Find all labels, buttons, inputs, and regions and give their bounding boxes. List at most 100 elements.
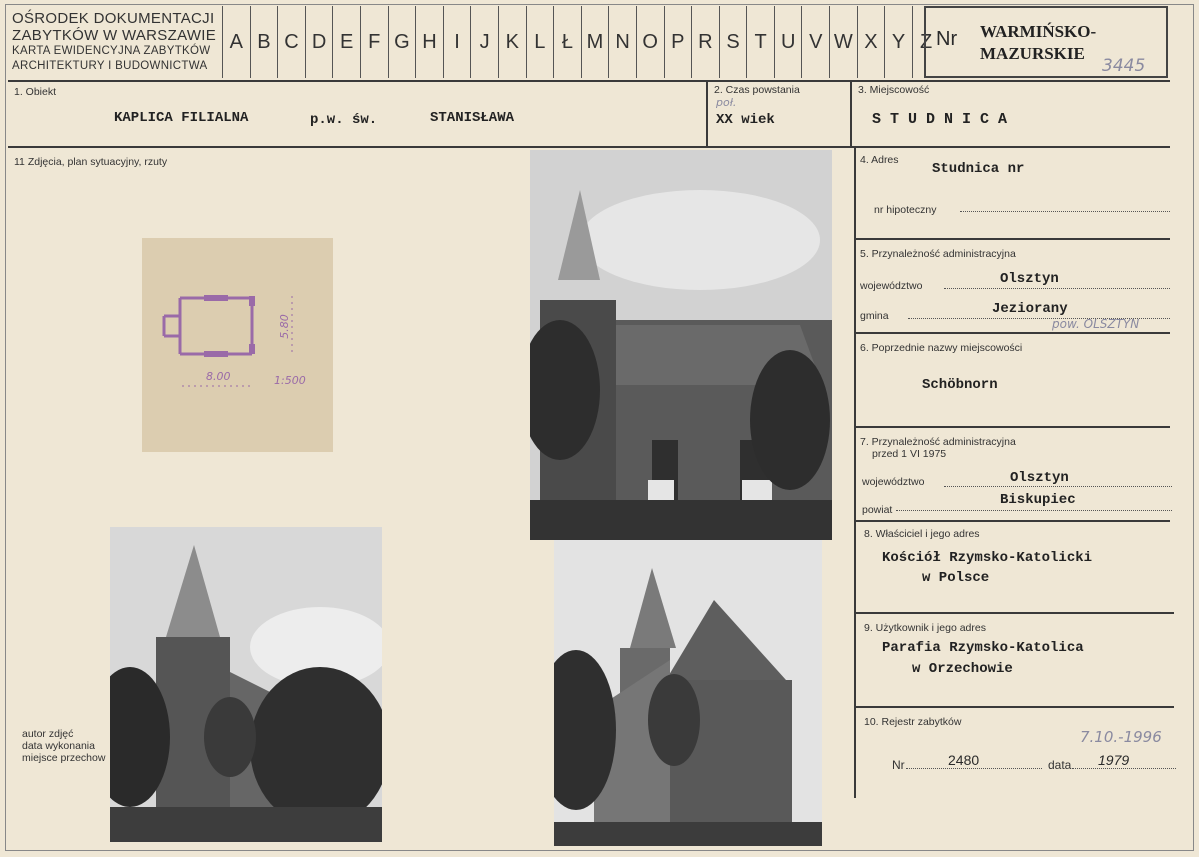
plan-width-dim: 8.00 [206,370,231,383]
row5-rule [856,332,1170,334]
institution-line-1: OŚRODEK DOKUMENTACJI [12,10,215,27]
index-letters: ABCDEFGHIJKLŁMNOPRSTUVWXYZ [222,6,939,78]
field-rejestr-label: 10. Rejestr zabytków [864,716,962,728]
field-czas-note: poł. [716,96,737,109]
institution-line-2: ZABYTKÓW W WARSZAWIE [12,27,217,44]
field-przynaleznosc-note: pow. OLSZTYN [1052,317,1140,331]
index-letter: P [663,6,692,78]
row9-rule [856,706,1174,708]
field-rejestr-data-value: 1979 [1098,752,1130,768]
field-przynaleznosc-gmina-label: gmina [860,310,889,322]
field-rejestr-note: 7.10.-1996 [1080,728,1162,746]
index-letter: K [497,6,526,78]
index-letter: F [359,6,388,78]
photo-chapel-side-view [530,150,832,540]
field-adres-label: 4. Adres [860,154,899,166]
field-p1975-powiat-label: powiat [862,504,893,516]
index-letter: E [332,6,360,78]
field-obiekt-value-3: STANISŁAWA [430,110,515,126]
record-card: OŚRODEK DOKUMENTACJI ZABYTKÓW W WARSZAWI… [0,0,1199,857]
field-przynaleznosc-label: 5. Przynależność administracyjna [860,248,1016,260]
field-p1975-label: 7. Przynależność administracyjna [860,436,1016,448]
photo-date-label: data wykonania [22,740,95,752]
photo-chapel-front-image [554,540,822,846]
photo-author-label: autor zdjęć [22,728,74,740]
region-line-1: WARMIŃSKO- [980,22,1097,41]
row4-rule [856,238,1170,240]
photo-chapel-side-image [530,150,832,540]
index-letter: G [387,6,416,78]
index-letter: Ł [553,6,581,78]
rejestr-data-line [1072,768,1176,769]
right-column-divider [854,146,856,798]
index-letter: M [580,6,609,78]
field-rejestr-nr-label: Nr [892,758,905,772]
field-p1975-powiat-value: Biskupiec [1000,492,1076,508]
index-letter: L [525,6,554,78]
row1-rule [8,146,1170,148]
index-letter: H [415,6,443,78]
field-przynaleznosc-gmina-value: Jeziorany [992,301,1068,317]
field-p1975-label-2: przed 1 VI 1975 [872,448,947,460]
index-letter: C [277,6,305,78]
index-letter: R [691,6,719,78]
row7-rule [856,520,1170,522]
field-poprzednie-value: Schöbnorn [922,377,998,393]
floor-plan-drawing [162,295,293,387]
field-zdjecia-label: 11 Zdjęcia, plan sytuacyjny, rzuty [14,156,168,168]
header-rule [8,80,1170,82]
index-letter: D [304,6,333,78]
field-hipoteczny-label: nr hipoteczny [874,204,937,216]
index-letter: O [635,6,664,78]
index-letter: J [470,6,498,78]
index-letter: Y [884,6,912,78]
field-p1975-woj-label: województwo [862,476,925,488]
field-miejscowosc-label: 3. Miejscowość [858,84,930,96]
photo-chapel-tower-view [110,527,382,842]
field-wlasciciel-label: 8. Właściciel i jego adres [864,528,980,540]
p1975-woj-line [944,486,1172,487]
plan-scale: 1:500 [274,374,306,387]
index-letter: B [249,6,278,78]
index-letter: A [222,6,250,78]
field-rejestr-data-label: data [1048,758,1072,772]
photo-storage-label: miejsce przechow [22,752,106,764]
field-obiekt-value-1: KAPLICA FILIALNA [114,110,249,126]
photo-chapel-tower-image [110,527,382,842]
institution-line-4: ARCHITEKTURY I BUDOWNICTWA [12,60,208,72]
field-miejscowosc-value: S T U D N I C A [872,111,1008,128]
field-uzytkownik-label: 9. Użytkownik i jego adres [864,622,986,634]
field-przynaleznosc-woj-label: województwo [860,280,923,292]
index-letter: V [801,6,829,78]
photo-chapel-front-view [554,540,822,846]
institution-heading: OŚRODEK DOKUMENTACJI ZABYTKÓW W WARSZAWI… [12,10,220,74]
index-letter: S [718,6,747,78]
card-number: 3445 [1102,56,1146,76]
index-letter: U [773,6,802,78]
plan-height-dim: 5.80 [277,314,291,339]
field-czas-label: 2. Czas powstania [714,84,800,96]
floor-plan-sketch: 8.00 5.80 1:500 [142,238,333,452]
row6-rule [856,426,1170,428]
field-uzytkownik-line-1: Parafia Rzymsko-Katolica [882,640,1084,656]
field-rejestr-nr-value: 2480 [948,752,980,768]
row8-rule [856,612,1174,614]
field-czas-value: XX wiek [716,112,775,128]
field-uzytkownik-line-2: w Orzechowie [912,661,1013,677]
hipoteczny-line [960,211,1170,212]
institution-line-3: KARTA EWIDENCYJNA ZABYTKÓW [12,45,211,57]
field-adres-value: Studnica nr [932,161,1025,177]
index-letter: W [829,6,857,78]
p1975-powiat-line [896,510,1172,511]
field-p1975-woj-value: Olsztyn [1010,470,1069,486]
index-letter: X [856,6,885,78]
index-letter: I [442,6,471,78]
field-wlasciciel-line-2: w Polsce [922,570,990,586]
woj-line [944,288,1170,289]
field-poprzednie-label: 6. Poprzednie nazwy miejscowości [860,342,1023,354]
field-obiekt-value-2: p.w. św. [310,112,378,128]
divider-czas [706,80,708,146]
index-letter: T [746,6,774,78]
field-obiekt-label: 1. Obiekt [14,86,57,98]
field-wlasciciel-line-1: Kościół Rzymsko-Katolicki [882,550,1093,566]
